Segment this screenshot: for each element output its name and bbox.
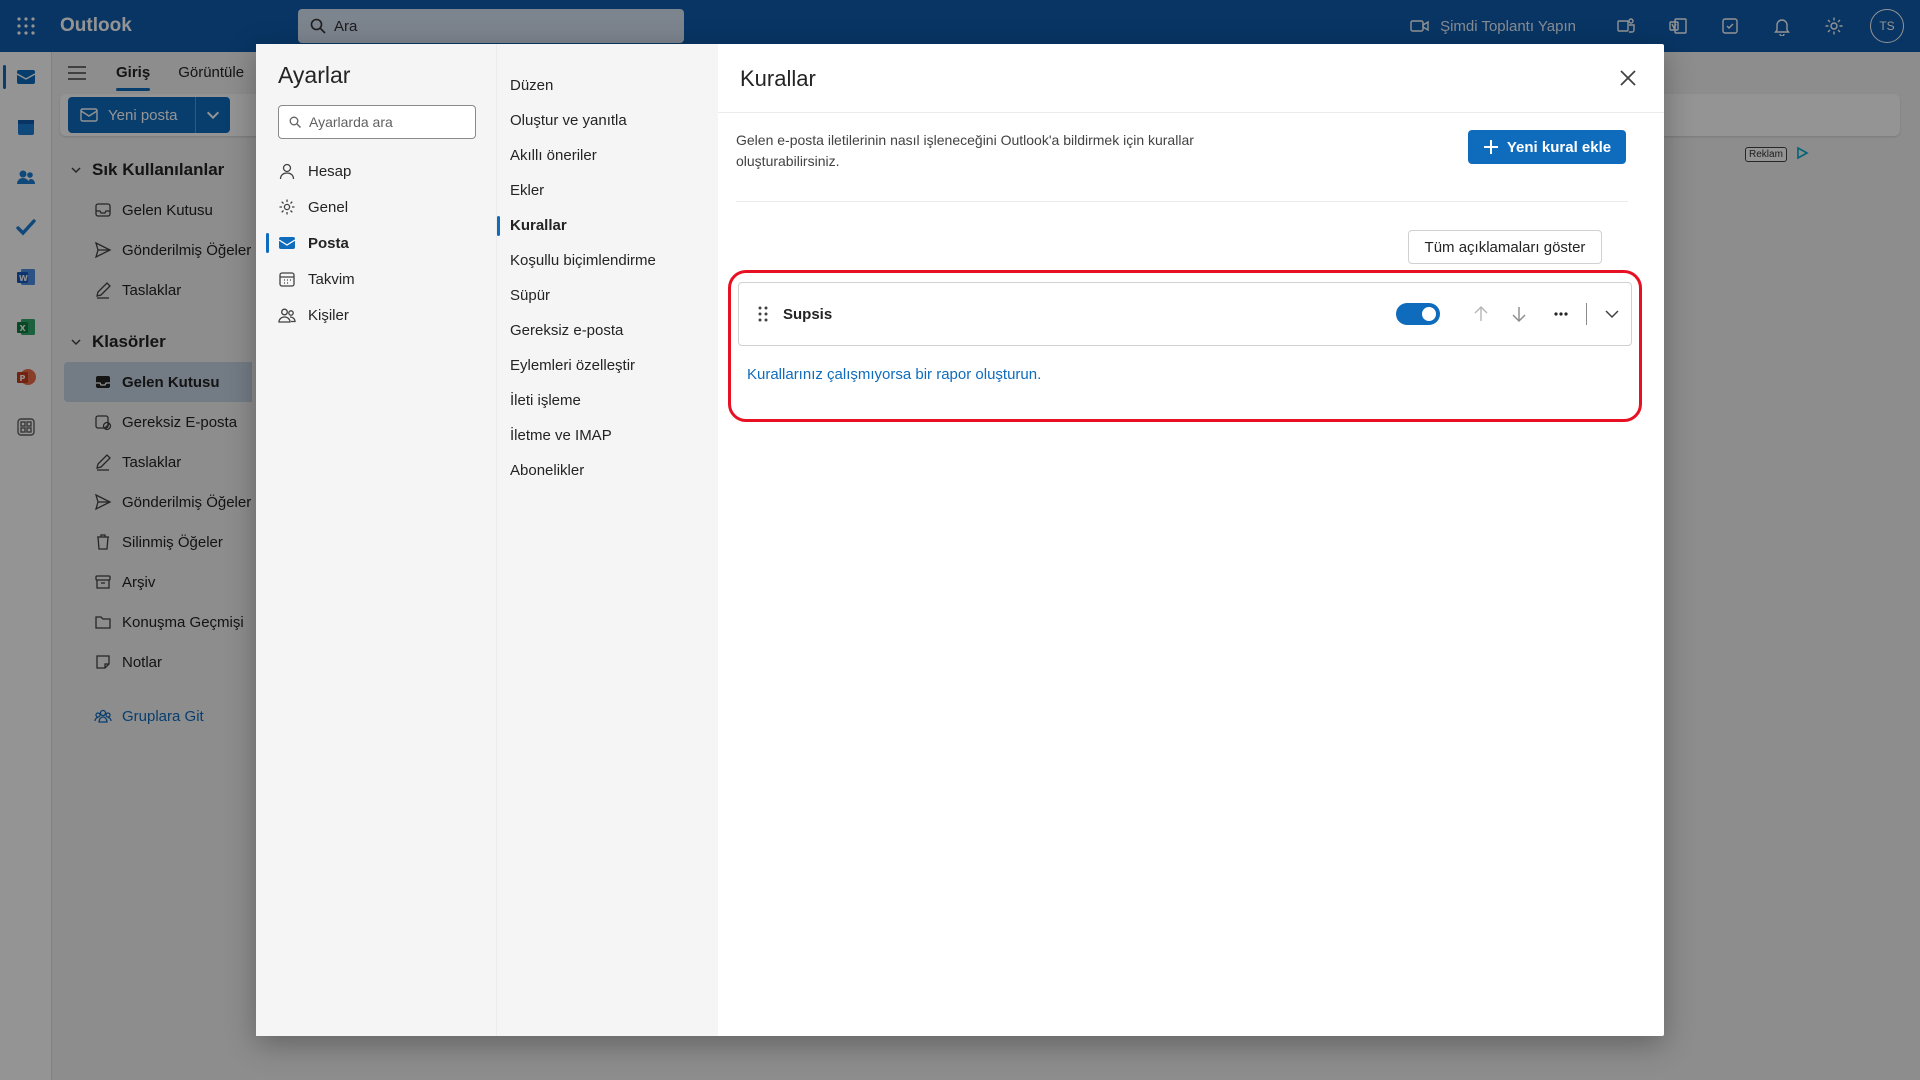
search-icon [289,116,301,128]
close-button[interactable] [1614,64,1642,92]
settings-search-input[interactable]: Ayarlarda ara [278,105,476,139]
subcategory-attachments[interactable]: Ekler [497,173,718,208]
divider [1586,303,1587,325]
category-mail[interactable]: Posta [256,225,496,261]
subcategory-customize-actions[interactable]: Eylemleri özelleştir [497,348,718,383]
rules-pane: Kurallar Gelen e-posta iletilerinin nası… [718,44,1664,1036]
show-all-descriptions-button[interactable]: Tüm açıklamaları göster [1408,230,1602,264]
add-new-rule-button[interactable]: Yeni kural ekle [1468,130,1626,164]
category-general[interactable]: Genel [256,189,496,225]
move-down-button[interactable] [1500,294,1538,334]
subcategory-forwarding-imap[interactable]: İletme ve IMAP [497,418,718,453]
expand-rule-button[interactable] [1593,294,1631,334]
drag-handle-icon[interactable] [743,305,783,323]
subcategory-compose-reply[interactable]: Oluştur ve yanıtla [497,103,718,138]
arrow-up-icon [1474,306,1488,321]
subcategory-conditional-formatting[interactable]: Koşullu biçimlendirme [497,243,718,278]
settings-dialog: Ayarlar Ayarlarda ara Hesap Genel Posta … [256,44,1664,1036]
subcategory-junk-email[interactable]: Gereksiz e-posta [497,313,718,348]
subcategory-smart-suggestions[interactable]: Akıllı öneriler [497,138,718,173]
close-icon [1620,70,1636,86]
rule-item[interactable]: Supsis [738,282,1632,346]
add-new-rule-label: Yeni kural ekle [1506,138,1612,156]
plus-icon [1483,140,1498,154]
create-report-link[interactable]: Kurallarınız çalışmıyorsa bir rapor oluş… [747,366,1041,383]
more-options-button[interactable] [1542,294,1580,334]
calendar-icon [279,272,295,287]
gear-icon [279,199,295,215]
settings-title: Ayarlar [278,62,351,88]
category-calendar[interactable]: Takvim [256,261,496,297]
divider [718,112,1664,113]
subcategory-sweep[interactable]: Süpür [497,278,718,313]
settings-subcategories-pane: Düzen Oluştur ve yanıtla Akıllı öneriler… [496,44,718,1036]
category-account[interactable]: Hesap [256,153,496,189]
person-icon [279,163,295,180]
arrow-down-icon [1512,307,1526,322]
rule-enabled-toggle[interactable] [1396,303,1440,325]
category-people[interactable]: Kişiler [256,297,496,333]
settings-search-placeholder: Ayarlarda ara [309,114,393,130]
subcategory-subscriptions[interactable]: Abonelikler [497,453,718,488]
subcategory-rules[interactable]: Kurallar [497,208,718,243]
people-icon [278,308,296,323]
chevron-down-icon [1605,310,1619,319]
move-up-button[interactable] [1462,294,1500,334]
settings-categories-pane: Ayarlar Ayarlarda ara Hesap Genel Posta … [256,44,496,1036]
rules-title: Kurallar [740,66,816,91]
rules-description: Gelen e-posta iletilerinin nasıl işlenec… [736,132,1194,169]
more-icon [1554,312,1568,316]
subcategory-message-handling[interactable]: İleti işleme [497,383,718,418]
rule-name: Supsis [783,305,833,323]
subcategory-layout[interactable]: Düzen [497,68,718,103]
divider [736,201,1628,202]
mail-icon [278,237,296,249]
